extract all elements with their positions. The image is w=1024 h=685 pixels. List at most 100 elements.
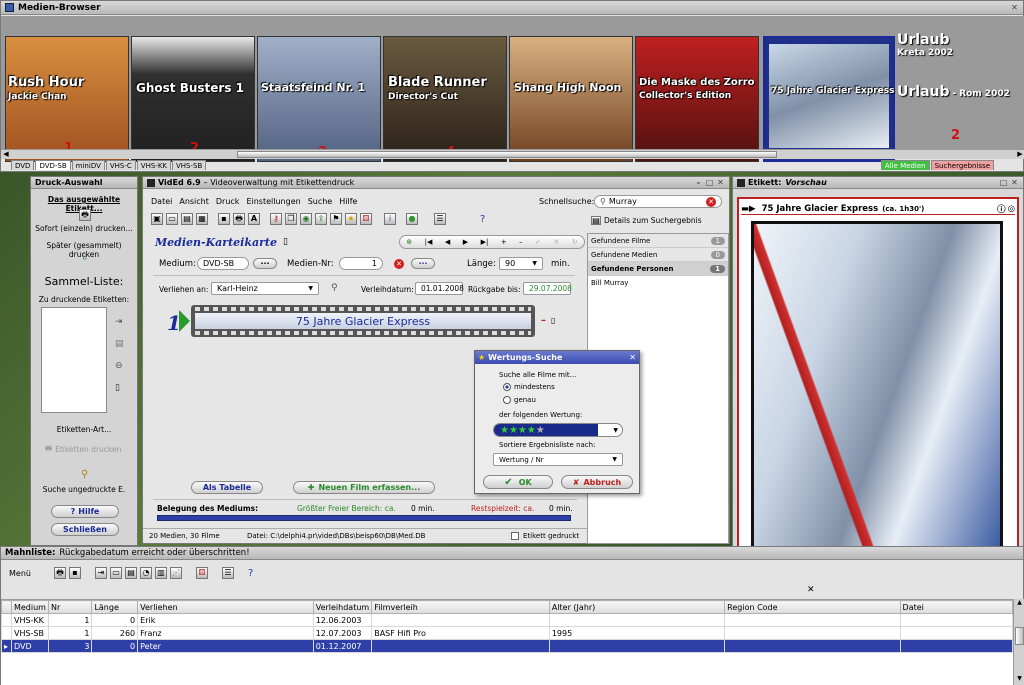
filter-icon[interactable]: ⚑ — [330, 213, 342, 225]
cover-blade-runner[interactable]: Blade Runner Director's Cut 4 — [383, 36, 507, 162]
export-icon[interactable]: ⇪ — [315, 213, 327, 225]
col-alter[interactable]: Alter (Jahr) — [548, 600, 726, 614]
schliessen-button[interactable]: Schließen — [51, 523, 119, 536]
nav-cancel-icon[interactable]: ✕ — [554, 238, 560, 246]
cover-rush-hour[interactable]: Rush Hour Jackie Chan 1 — [5, 36, 129, 162]
vided-titlebar[interactable]: VidEd 6.9 – Videoverwaltung mit Etikette… — [143, 177, 729, 189]
sofort-drucken-button[interactable]: Sofort (einzeln) drucken... — [31, 224, 137, 233]
vertical-scrollbar[interactable]: ▲ ▼ — [1013, 599, 1024, 685]
ok-button[interactable]: ✔ OK — [483, 475, 553, 489]
page-icon[interactable]: ▯ — [115, 383, 124, 393]
mediennr-more-button[interactable]: ··· — [411, 258, 435, 269]
menu-einstellungen[interactable]: Einstellungen — [246, 197, 300, 206]
nav-plus-icon[interactable]: + — [501, 238, 507, 246]
globe-icon[interactable]: ◉ — [300, 213, 312, 225]
neuen-film-button[interactable]: ✚ Neuen Film erfassen... — [293, 481, 435, 494]
save-icon[interactable]: ▪ — [68, 567, 81, 579]
col-verleihdatum[interactable]: Verleihdatum — [312, 600, 373, 614]
verliehen-search-icon[interactable]: ⚲ — [331, 283, 338, 293]
radio-mindestens[interactable]: mindestens — [503, 383, 555, 391]
nav-refresh-icon[interactable]: ↻ — [572, 238, 578, 246]
tab-suchergebnisse[interactable]: Suchergebnisse — [930, 160, 994, 170]
info-icon[interactable]: i — [384, 213, 396, 225]
remove-icon[interactable]: ⊖ — [115, 361, 124, 371]
etikett-gedruckt-checkbox[interactable] — [511, 532, 519, 540]
col-medium[interactable]: Medium — [10, 600, 49, 614]
nav-last-icon[interactable]: ▶| — [481, 238, 489, 246]
tab-vhs-kk[interactable]: VHS-KK — [136, 160, 171, 170]
mahnliste-titlebar[interactable]: Mahnliste: Rückgabedatum erreicht oder ü… — [1, 547, 1023, 560]
close-icon[interactable]: ✕ — [1010, 178, 1019, 187]
result-row-filme[interactable]: Gefundene Filme 1 — [588, 234, 728, 248]
scroll-left-icon[interactable]: ◀ — [1, 150, 11, 159]
new-card-icon[interactable]: ▯ — [283, 237, 288, 247]
menu-druck[interactable]: Druck — [216, 197, 240, 206]
close-icon[interactable]: ✕ — [716, 178, 725, 187]
scroll-down-icon[interactable]: ▼ — [1014, 675, 1024, 685]
dice-icon[interactable]: ⚄ — [360, 213, 372, 225]
tab-vhs-c[interactable]: VHS-C — [105, 160, 136, 170]
mediennr-input[interactable]: 1 — [339, 257, 383, 270]
film-edit-icon[interactable]: ▯ — [551, 316, 555, 325]
verliehen-select[interactable]: Karl-Heinz ▼ — [211, 282, 319, 295]
copy-icon[interactable]: ❐ — [285, 213, 297, 225]
list-icon[interactable]: ▤ — [115, 339, 124, 349]
sammel-list[interactable] — [41, 307, 107, 413]
tab-dvd[interactable]: DVD — [11, 160, 35, 170]
font-icon[interactable]: A — [248, 213, 260, 225]
cover-glacier-express[interactable]: 75 Jahre Glacier Express 1 — [763, 36, 895, 163]
rueckgabe-input[interactable]: 29.07.2008 — [523, 282, 572, 295]
menu-suche[interactable]: Suche — [308, 197, 333, 206]
col-verliehen[interactable]: Verliehen — [137, 600, 314, 614]
horizontal-scrollbar[interactable]: ◀ ▶ — [1, 149, 1024, 159]
cover-shanghai-noon[interactable]: Shang High Noon 5 — [509, 36, 633, 162]
help-icon[interactable]: ? — [248, 568, 253, 579]
col-laenge[interactable]: Länge — [91, 600, 139, 614]
etiketten-drucken-button[interactable]: 🖶 Etiketten drucken — [45, 442, 125, 456]
close-icon[interactable]: ✕ — [1010, 3, 1019, 12]
laenge-select[interactable]: 90 ▼ — [499, 257, 543, 270]
print-icon[interactable]: 🖶 — [233, 213, 245, 225]
scroll-thumb[interactable] — [237, 151, 777, 158]
schnellsuche-input[interactable]: ⚲ Murray ✕ — [594, 195, 722, 208]
dice-icon[interactable]: ⚄ — [195, 567, 208, 579]
col-filmverleih[interactable]: Filmverleih — [371, 600, 550, 614]
col-datei[interactable]: Datei — [899, 600, 1013, 614]
search-icon[interactable]: ⚲ — [81, 469, 88, 480]
nav-minus-icon[interactable]: – — [519, 238, 523, 246]
save-icon[interactable]: ▪ — [218, 213, 230, 225]
wertung-stars-select[interactable]: ★★★★ ★ ▼ — [493, 423, 623, 437]
key-icon[interactable]: ⚷ — [270, 213, 282, 225]
nav-add-icon[interactable]: ⊕ — [406, 238, 412, 246]
tab-vhs-sb[interactable]: VHS-SB — [172, 160, 207, 170]
pie-icon[interactable]: ◔ — [139, 567, 152, 579]
medium-more-button[interactable]: ··· — [253, 258, 277, 269]
table-row-selected[interactable]: ▸ DVD 3 0 Peter 01.12.2007 — [1, 639, 1013, 653]
tab-minidv[interactable]: miniDV — [71, 160, 105, 170]
hilfe-button[interactable]: ? Hilfe — [51, 505, 119, 518]
close-icon[interactable]: ✕ — [807, 585, 815, 595]
printer-icon[interactable]: 🖶 — [79, 209, 91, 221]
menu-hilfe[interactable]: Hilfe — [339, 197, 357, 206]
menu-button[interactable]: Menü — [9, 569, 31, 578]
film-strip[interactable]: 75 Jahre Glacier Express — [191, 305, 535, 337]
urlaub-entry-2[interactable]: Urlaub - Rom 2002 — [897, 84, 1010, 100]
druck-auswahl-titlebar[interactable]: Druck-Auswahl — [31, 177, 137, 189]
col-nr[interactable]: Nr — [47, 600, 93, 614]
result-row-medien[interactable]: Gefundene Medien 0 — [588, 248, 728, 262]
result-item[interactable]: Bill Murray — [588, 276, 728, 290]
wertungs-suche-titlebar[interactable]: ★ Wertungs-Suche ✕ — [475, 351, 639, 364]
minimize-icon[interactable]: – — [694, 178, 703, 187]
scroll-up-icon[interactable]: ▲ — [1014, 599, 1024, 609]
maximize-icon[interactable]: □ — [999, 178, 1008, 187]
verleihdatum-input[interactable]: 01.01.2008 — [415, 282, 464, 295]
urlaub-entry-1[interactable]: Urlaub Kreta 2002 — [897, 32, 953, 58]
suche-ungedruckte-button[interactable]: Suche ungedruckte E. — [31, 485, 137, 494]
abbruch-button[interactable]: ✘ Abbruch — [561, 475, 633, 489]
grid-icon[interactable]: ▤ — [124, 567, 137, 579]
maximize-icon[interactable]: □ — [705, 178, 714, 187]
menu-ansicht[interactable]: Ansicht — [179, 197, 209, 206]
clear-search-icon[interactable]: ✕ — [706, 196, 716, 207]
etikett-titlebar[interactable]: Etikett: Vorschau □ ✕ — [733, 177, 1023, 189]
window-icon[interactable]: ▦ — [196, 213, 208, 225]
